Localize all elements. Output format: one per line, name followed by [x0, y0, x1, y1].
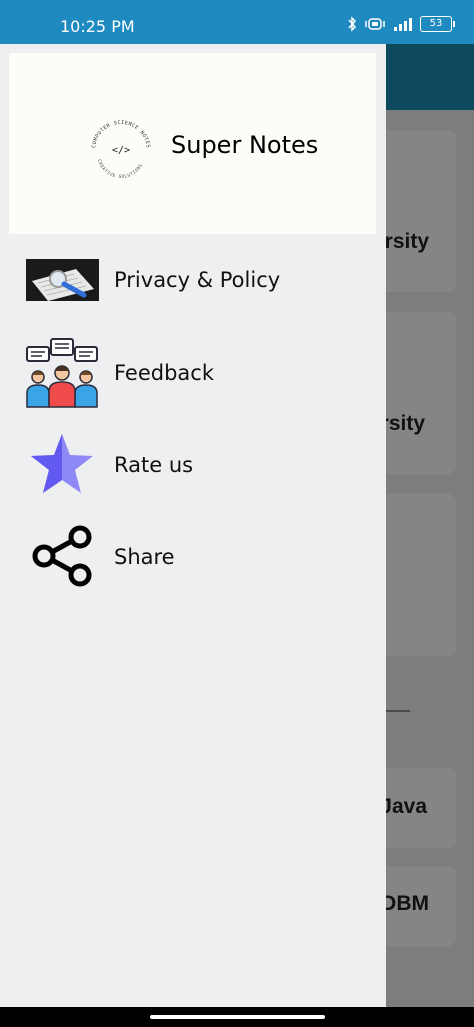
app-logo: COMPUTER SCIENCE NOTES CREATIVE SOLUTION…	[87, 116, 155, 184]
menu-item-feedback[interactable]: Feedback	[0, 333, 386, 413]
app-name: Super Notes	[171, 131, 319, 159]
menu-item-privacy-policy[interactable]: Privacy & Policy	[0, 240, 386, 320]
battery-icon: 53	[420, 16, 455, 32]
status-time: 10:25 PM	[60, 17, 135, 36]
menu-item-share[interactable]: Share	[0, 517, 386, 597]
signal-icon	[394, 18, 412, 31]
drawer-header: COMPUTER SCIENCE NOTES CREATIVE SOLUTION…	[9, 53, 376, 234]
bluetooth-icon	[348, 16, 357, 32]
menu-item-label: Rate us	[114, 453, 194, 477]
status-icons: 53	[347, 16, 455, 32]
magnifier-document-icon	[25, 240, 99, 320]
navigation-drawer: COMPUTER SCIENCE NOTES CREATIVE SOLUTION…	[0, 44, 386, 1007]
vibrate-icon	[365, 18, 385, 30]
status-bar: 10:25 PM 53	[0, 0, 474, 44]
svg-text:</>: </>	[112, 145, 130, 156]
menu-item-rate-us[interactable]: Rate us	[0, 425, 386, 505]
menu-item-label: Feedback	[114, 361, 215, 385]
background-card-text: Java	[380, 795, 427, 818]
star-icon	[25, 427, 99, 501]
home-gesture-handle[interactable]	[150, 1015, 325, 1019]
menu-item-label: Privacy & Policy	[114, 268, 281, 292]
share-icon	[25, 519, 99, 593]
background-card-text: rsity	[380, 412, 425, 435]
feedback-people-icon	[25, 335, 99, 409]
background-card-text: DBM	[381, 892, 429, 915]
menu-item-label: Share	[114, 545, 175, 569]
background-card-text: rsity	[384, 230, 429, 253]
